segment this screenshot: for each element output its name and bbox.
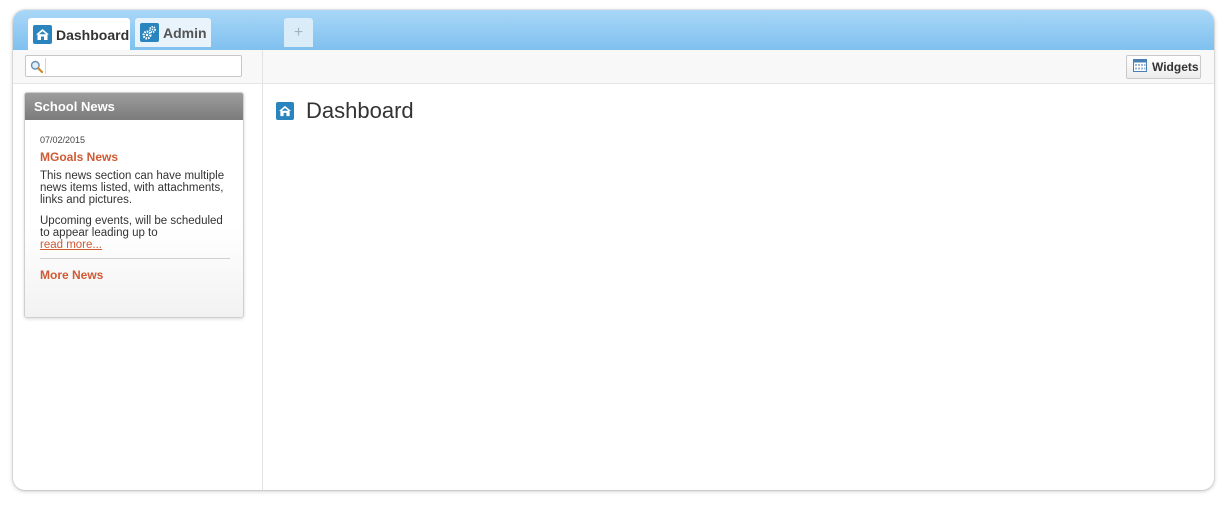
calendar-icon (1133, 59, 1147, 75)
home-icon (33, 25, 52, 44)
search-box[interactable] (25, 55, 242, 77)
widgets-button[interactable]: Widgets (1126, 55, 1201, 79)
page-header: Dashboard (276, 98, 414, 124)
search-icon (28, 58, 46, 74)
page-title: Dashboard (306, 98, 414, 123)
news-paragraph: Upcoming events, will be scheduled to ap… (40, 215, 223, 239)
news-item-title[interactable]: MGoals News (40, 150, 230, 164)
search-input[interactable] (48, 56, 240, 76)
more-news-link[interactable]: More News (40, 268, 230, 282)
news-body: 07/02/2015 MGoals News This news section… (25, 120, 243, 282)
tab-bar: Dashboard Admin + (13, 10, 1214, 51)
widgets-button-label: Widgets (1152, 60, 1199, 74)
read-more-link[interactable]: read more... (40, 239, 230, 251)
tab-dashboard[interactable]: Dashboard (28, 18, 130, 51)
sidebar-divider (262, 50, 263, 490)
gears-icon (140, 23, 159, 42)
tab-admin[interactable]: Admin (135, 18, 211, 47)
news-header: School News (25, 93, 243, 120)
news-date: 07/02/2015 (40, 135, 86, 145)
tab-dashboard-label: Dashboard (56, 26, 130, 43)
news-paragraph: This news section can have multiple news… (40, 170, 225, 206)
tab-admin-label: Admin (163, 24, 207, 41)
home-icon (276, 102, 294, 120)
toolbar: Widgets (13, 50, 1214, 84)
add-tab-button[interactable]: + (284, 18, 313, 47)
news-separator (40, 258, 230, 259)
school-news-widget: School News 07/02/2015 MGoals News This … (24, 92, 244, 318)
app-window: Dashboard Admin + Widgets School News 07… (13, 10, 1214, 490)
